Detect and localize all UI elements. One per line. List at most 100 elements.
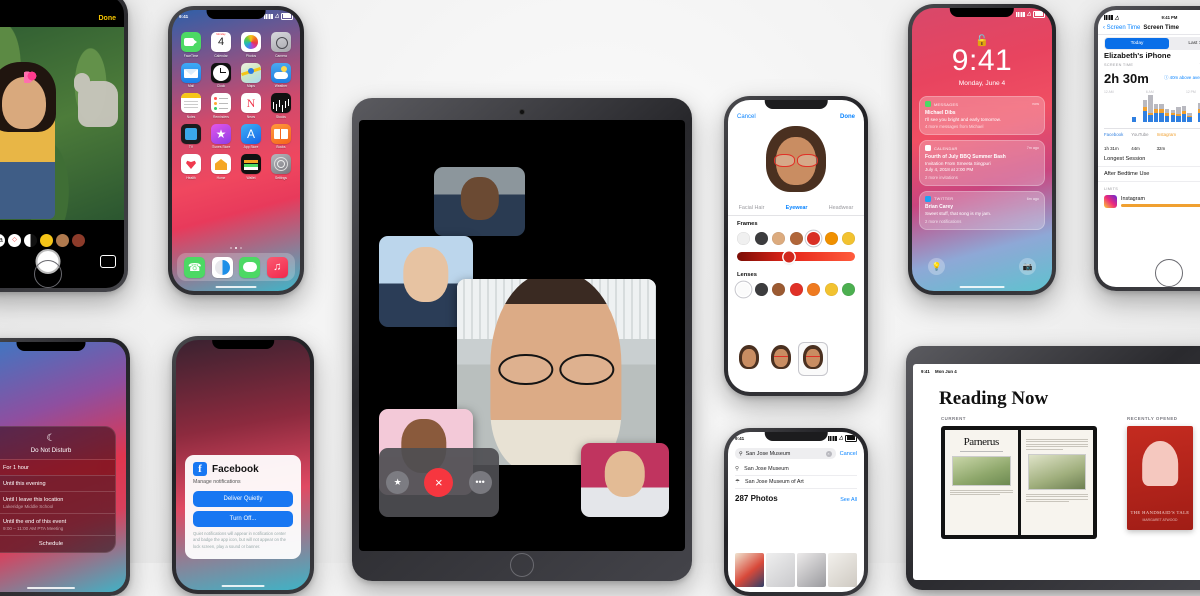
see-all-button[interactable]: See All <box>840 497 857 503</box>
memoji-icon[interactable] <box>72 234 85 247</box>
camera-icon[interactable]: 📷 <box>1019 258 1036 275</box>
settings-icon[interactable] <box>271 154 291 174</box>
end-call-button[interactable]: × <box>424 468 453 497</box>
facetime-icon[interactable] <box>181 32 201 52</box>
limit-instagram[interactable]: Instagram 5h left <box>1098 193 1200 210</box>
tab-headwear[interactable]: Headwear <box>829 205 854 211</box>
books-icon[interactable] <box>271 124 291 144</box>
itunes-store-icon[interactable]: ★ <box>211 124 231 144</box>
recent-book-cover[interactable]: THE HANDMAID'S TALE MARGARET ATWOOD <box>1127 426 1193 530</box>
segment-last-7-days[interactable]: Last 7 Days <box>1169 38 1200 49</box>
flashlight-icon[interactable]: 💡 <box>928 258 945 275</box>
app-maps[interactable]: Maps <box>239 63 263 89</box>
lens-swatch[interactable] <box>755 283 768 296</box>
animoji-icon[interactable] <box>56 234 69 247</box>
safari-icon[interactable] <box>212 257 233 278</box>
current-book-spread[interactable]: Parnerus <box>941 426 1097 539</box>
deliver-quietly-button[interactable]: Deliver Quietly <box>193 491 293 507</box>
dnd-option-until-evening[interactable]: Until this evening <box>0 475 115 491</box>
memoji-done-button[interactable]: Done <box>840 114 855 120</box>
frame-swatch[interactable] <box>772 232 785 245</box>
home-button[interactable] <box>34 260 62 288</box>
wallet-icon[interactable] <box>241 154 261 174</box>
lens-swatch[interactable] <box>825 283 838 296</box>
home-indicator[interactable] <box>774 587 818 589</box>
app-reminders[interactable]: Reminders <box>209 93 233 119</box>
app-books[interactable]: Books <box>269 124 293 150</box>
segment-today[interactable]: Today <box>1105 38 1169 49</box>
tab-facial-hair[interactable]: Facial Hair <box>739 205 765 211</box>
home-indicator[interactable] <box>774 387 818 389</box>
memoji-cancel-button[interactable]: Cancel <box>737 114 756 120</box>
memoji-preview-option[interactable] <box>735 343 763 375</box>
app-app-store[interactable]: A App Store <box>239 124 263 150</box>
slider-knob[interactable] <box>783 251 794 262</box>
shapes-icon[interactable]: ◇ <box>8 234 21 247</box>
notes-icon[interactable] <box>181 93 201 113</box>
emoji-icon[interactable] <box>40 234 53 247</box>
stocks-icon[interactable] <box>271 93 291 113</box>
frame-swatch[interactable] <box>790 232 803 245</box>
app-stocks[interactable]: Stocks <box>269 93 293 119</box>
app-health[interactable]: Health <box>179 154 203 180</box>
calendar-icon[interactable]: Monday 4 <box>211 32 231 52</box>
search-cancel-button[interactable]: Cancel <box>840 451 857 457</box>
clock-icon[interactable] <box>211 63 231 83</box>
dnd-schedule-button[interactable]: Schedule <box>0 535 115 552</box>
mail-icon[interactable] <box>181 63 201 83</box>
reminders-icon[interactable] <box>211 93 231 113</box>
home-indicator[interactable] <box>222 585 265 587</box>
home-button[interactable] <box>510 553 534 577</box>
notification-calendar[interactable]: CALENDAR 7m ago Fourth of July BBQ Summe… <box>919 140 1045 185</box>
home-button[interactable] <box>1155 259 1183 287</box>
flip-camera-icon[interactable] <box>100 255 116 268</box>
photo-thumbnail[interactable] <box>828 553 857 587</box>
filters-icon[interactable] <box>24 234 37 247</box>
home-indicator[interactable] <box>216 286 257 288</box>
dnd-option-for-1-hour[interactable]: ✓ For 1 hour <box>0 459 115 475</box>
effects-icon[interactable]: ★ <box>386 471 409 494</box>
app-settings[interactable]: Settings <box>269 154 293 180</box>
app-weather[interactable]: Weather <box>269 63 293 89</box>
frame-swatch[interactable] <box>825 232 838 245</box>
app-store-icon[interactable]: A <box>241 124 261 144</box>
maps-icon[interactable] <box>241 63 261 83</box>
tv-icon[interactable] <box>181 124 201 144</box>
dnd-option-until-leave-location[interactable]: Until I leave this location Lakeridge Mi… <box>0 491 115 513</box>
app-clock[interactable]: Clock <box>209 63 233 89</box>
lens-swatch[interactable] <box>772 283 785 296</box>
photos-icon[interactable] <box>241 32 261 52</box>
app-calendar[interactable]: Monday 4 Calendar <box>209 32 233 58</box>
frame-swatch[interactable] <box>737 232 750 245</box>
app-wallet[interactable]: Wallet <box>239 154 263 180</box>
home-icon[interactable] <box>211 154 231 174</box>
photo-thumbnail[interactable] <box>797 553 826 587</box>
weather-icon[interactable] <box>271 63 291 83</box>
app-tv[interactable]: TV <box>179 124 203 150</box>
frame-color-slider[interactable] <box>737 252 855 261</box>
row-after-bedtime-use[interactable]: After Bedtime Use <box>1098 167 1200 182</box>
search-suggestion-item[interactable]: ☂ San Jose Museum of Art <box>735 475 857 489</box>
back-button[interactable]: ‹ Screen Time <box>1103 25 1140 31</box>
phone-icon[interactable]: ☎ <box>184 257 205 278</box>
frame-swatch-selected[interactable] <box>807 232 820 245</box>
home-indicator[interactable] <box>960 286 1005 288</box>
facetime-participant-tile[interactable] <box>434 167 525 236</box>
lens-swatch[interactable] <box>842 283 855 296</box>
dnd-option-until-end-of-event[interactable]: Until the end of this event 9:00 – 11:00… <box>0 513 115 535</box>
messages-icon[interactable] <box>239 257 260 278</box>
search-input[interactable]: ⚲ San Jose Museum × <box>735 448 836 459</box>
app-notes[interactable]: Notes <box>179 93 203 119</box>
row-longest-session[interactable]: Longest Session <box>1098 152 1200 167</box>
lens-swatch-selected[interactable] <box>737 283 750 296</box>
memoji-preview-option-selected[interactable] <box>799 343 827 375</box>
camera-icon[interactable] <box>271 32 291 52</box>
facetime-active-speaker-tile[interactable] <box>457 279 656 464</box>
notification-twitter[interactable]: TWITTER 6m ago Brian Carey Sweet stuff, … <box>919 191 1045 230</box>
camera-effects-tray[interactable]: Aa ◇ <box>0 232 124 248</box>
more-options-icon[interactable]: ••• <box>469 471 492 494</box>
app-mail[interactable]: Mail <box>179 63 203 89</box>
home-indicator[interactable] <box>27 587 75 589</box>
turn-off-button[interactable]: Turn Off... <box>193 511 293 527</box>
facetime-participant-tile[interactable] <box>581 443 669 516</box>
